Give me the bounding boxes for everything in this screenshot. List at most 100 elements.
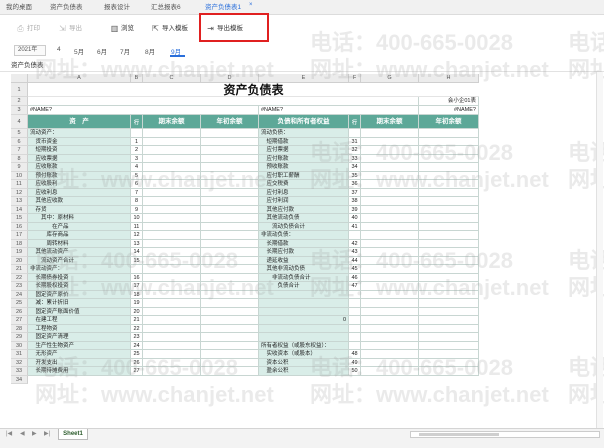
- row-header[interactable]: 20: [11, 256, 28, 265]
- row-header[interactable]: 5: [11, 129, 28, 138]
- asset-name-cell[interactable]: 应收票据: [28, 154, 131, 163]
- amount-cell[interactable]: [361, 222, 419, 231]
- amount-cell[interactable]: [201, 273, 259, 282]
- liability-name-cell[interactable]: 预收账款: [259, 163, 349, 172]
- amount-cell[interactable]: [201, 146, 259, 155]
- amount-cell[interactable]: [361, 154, 419, 163]
- amount-cell[interactable]: [361, 299, 419, 308]
- liability-name-cell[interactable]: [259, 333, 349, 342]
- asset-name-cell[interactable]: 其中：原材料: [28, 214, 131, 223]
- line-number-cell[interactable]: 12: [131, 231, 143, 240]
- row-header[interactable]: 4: [11, 115, 28, 129]
- liability-name-cell[interactable]: 流动负债合计: [259, 222, 349, 231]
- liability-name-cell[interactable]: 非流动负债合计: [259, 273, 349, 282]
- line-number-cell[interactable]: [349, 299, 361, 308]
- line-number-cell[interactable]: [349, 316, 361, 325]
- asset-name-cell[interactable]: 长期股权投资: [28, 282, 131, 291]
- line-number-cell[interactable]: 35: [349, 171, 361, 180]
- asset-name-cell[interactable]: 固定资产原价: [28, 290, 131, 299]
- amount-cell[interactable]: [143, 214, 201, 223]
- line-number-cell[interactable]: 2: [131, 146, 143, 155]
- tab-summary-report[interactable]: 汇总报表6: [151, 2, 181, 14]
- line-number-cell[interactable]: 20: [131, 307, 143, 316]
- amount-cell[interactable]: [201, 316, 259, 325]
- amount-cell[interactable]: [143, 265, 201, 274]
- row-header[interactable]: 33: [11, 367, 28, 376]
- line-number-cell[interactable]: 1: [131, 137, 143, 146]
- amount-cell[interactable]: [361, 273, 419, 282]
- asset-name-cell[interactable]: 存货: [28, 205, 131, 214]
- column-title-line[interactable]: 行次: [349, 115, 361, 129]
- column-title-end-balance[interactable]: 期末余额: [143, 115, 201, 129]
- amount-cell[interactable]: [361, 163, 419, 172]
- asset-name-cell[interactable]: 应收账款: [28, 163, 131, 172]
- column-title-liability[interactable]: 负债和所有者权益: [259, 115, 349, 129]
- line-number-cell[interactable]: [349, 324, 361, 333]
- liability-name-cell[interactable]: 短期借款: [259, 137, 349, 146]
- liability-name-cell[interactable]: 应付账款: [259, 154, 349, 163]
- amount-cell[interactable]: [201, 350, 259, 359]
- amount-cell[interactable]: [143, 205, 201, 214]
- line-number-cell[interactable]: 18: [131, 290, 143, 299]
- horizontal-scrollbar[interactable]: [410, 431, 600, 438]
- month-8[interactable]: 8月: [145, 46, 155, 56]
- row-header[interactable]: 26: [11, 307, 28, 316]
- amount-cell[interactable]: [143, 333, 201, 342]
- row-header[interactable]: 21: [11, 265, 28, 274]
- amount-cell[interactable]: [201, 358, 259, 367]
- last-sheet-icon[interactable]: ▶|: [44, 430, 50, 437]
- amount-cell[interactable]: [361, 358, 419, 367]
- row-header[interactable]: 9: [11, 163, 28, 172]
- amount-cell[interactable]: [143, 273, 201, 282]
- line-number-cell[interactable]: 21: [131, 316, 143, 325]
- asset-name-cell[interactable]: 其他流动资产: [28, 248, 131, 257]
- amount-cell[interactable]: [201, 248, 259, 257]
- preview-button[interactable]: ▥ 浏览: [110, 23, 134, 35]
- line-number-cell[interactable]: 41: [349, 222, 361, 231]
- line-number-cell[interactable]: 49: [349, 358, 361, 367]
- amount-cell[interactable]: [419, 316, 479, 325]
- liability-name-cell[interactable]: 应付利息: [259, 188, 349, 197]
- amount-cell[interactable]: [143, 180, 201, 189]
- row-header[interactable]: 23: [11, 282, 28, 291]
- row-header[interactable]: 24: [11, 290, 28, 299]
- line-number-cell[interactable]: 48: [349, 350, 361, 359]
- amount-cell[interactable]: [143, 367, 201, 376]
- liability-name-cell[interactable]: 应付利润: [259, 197, 349, 206]
- row-header[interactable]: 15: [11, 214, 28, 223]
- line-number-cell[interactable]: [349, 231, 361, 240]
- amount-cell[interactable]: [361, 171, 419, 180]
- line-number-cell[interactable]: 40: [349, 214, 361, 223]
- line-number-cell[interactable]: 36: [349, 180, 361, 189]
- liability-name-cell[interactable]: 应付票据: [259, 146, 349, 155]
- export-button[interactable]: ⇲ 导出: [58, 23, 82, 35]
- amount-cell[interactable]: [201, 239, 259, 248]
- vertical-scrollbar[interactable]: [596, 72, 603, 428]
- amount-cell[interactable]: [361, 180, 419, 189]
- year-select[interactable]: 2021年: [14, 45, 46, 56]
- amount-cell[interactable]: [419, 307, 479, 316]
- amount-cell[interactable]: [419, 248, 479, 257]
- asset-name-cell[interactable]: 开发支出: [28, 358, 131, 367]
- line-number-cell[interactable]: 33: [349, 154, 361, 163]
- liability-name-cell[interactable]: 流动负债：: [259, 129, 349, 138]
- amount-cell[interactable]: [361, 350, 419, 359]
- tab-report-design[interactable]: 报表设计: [104, 2, 130, 14]
- line-number-cell[interactable]: 4: [131, 163, 143, 172]
- line-number-cell[interactable]: 15: [131, 256, 143, 265]
- liability-name-cell[interactable]: 实收资本（或股本）: [259, 350, 349, 359]
- asset-name-cell[interactable]: 固定资产清理: [28, 333, 131, 342]
- line-number-cell[interactable]: [349, 333, 361, 342]
- amount-cell[interactable]: [201, 367, 259, 376]
- amount-cell[interactable]: [419, 239, 479, 248]
- column-header[interactable]: B: [131, 74, 143, 83]
- row-header[interactable]: 1: [11, 83, 28, 97]
- line-number-cell[interactable]: 31: [349, 137, 361, 146]
- amount-cell[interactable]: [419, 231, 479, 240]
- amount-cell[interactable]: [419, 299, 479, 308]
- amount-cell[interactable]: [201, 197, 259, 206]
- column-header[interactable]: C: [143, 74, 201, 83]
- amount-cell[interactable]: [361, 248, 419, 257]
- amount-cell[interactable]: [143, 188, 201, 197]
- liability-name-cell[interactable]: 资本公积: [259, 358, 349, 367]
